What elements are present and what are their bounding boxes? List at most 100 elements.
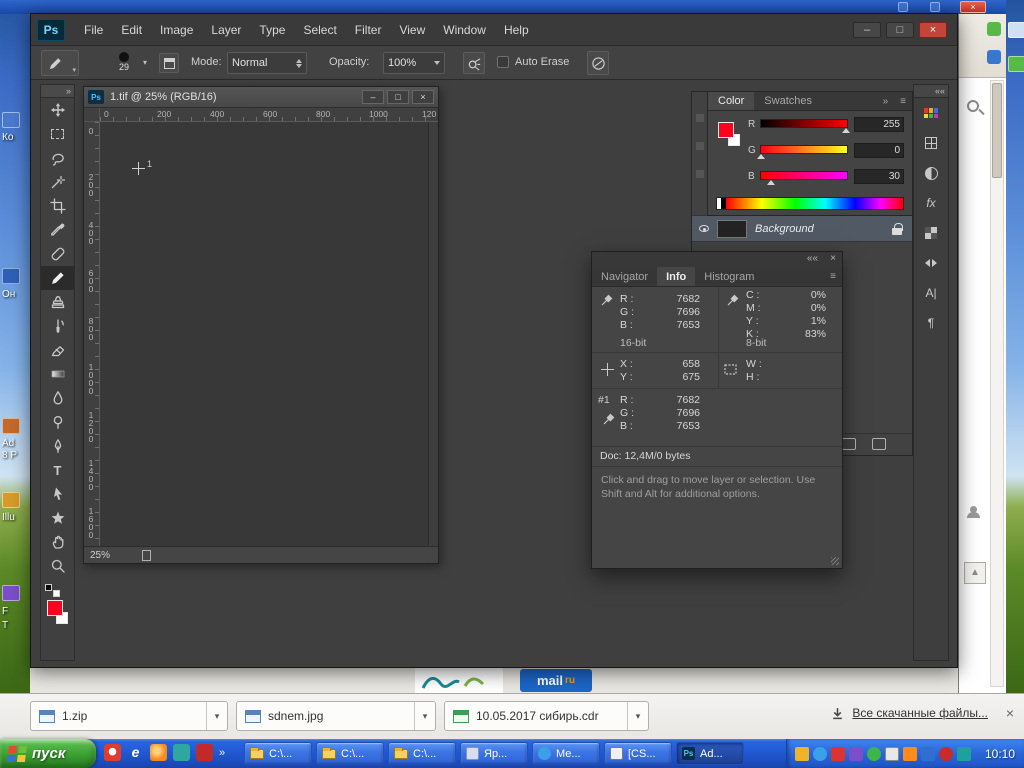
taskbar-button[interactable]: C:\... bbox=[316, 742, 384, 765]
menu-view[interactable]: View bbox=[390, 14, 434, 46]
menu-edit[interactable]: Edit bbox=[112, 14, 151, 46]
tray-icon[interactable] bbox=[849, 746, 863, 761]
tray-icon[interactable] bbox=[903, 746, 917, 761]
maximize-button[interactable]: □ bbox=[886, 21, 914, 38]
new-layer-icon[interactable] bbox=[842, 438, 856, 450]
layer-row-background[interactable]: Background bbox=[692, 215, 912, 242]
toggle-brush-panel-button[interactable] bbox=[159, 53, 179, 73]
scroll-to-top-button[interactable]: ▲ bbox=[964, 562, 986, 584]
close-button[interactable]: × bbox=[919, 21, 947, 38]
desktop-icon[interactable] bbox=[2, 585, 20, 601]
background-window-button[interactable] bbox=[930, 2, 940, 12]
eraser-tool[interactable] bbox=[41, 338, 74, 362]
taskbar-button-photoshop[interactable]: Ps Ad... bbox=[676, 742, 744, 765]
desktop-icon[interactable] bbox=[2, 268, 20, 284]
minimize-button[interactable]: – bbox=[853, 21, 881, 38]
patterns-panel-button[interactable] bbox=[914, 218, 948, 248]
type-tool[interactable]: T bbox=[41, 458, 74, 482]
history-brush-tool[interactable] bbox=[41, 314, 74, 338]
taskbar-button[interactable]: C:\... bbox=[388, 742, 456, 765]
taskbar-button[interactable]: C:\... bbox=[244, 742, 312, 765]
tray-icon[interactable] bbox=[885, 746, 899, 761]
move-tool[interactable] bbox=[41, 98, 74, 122]
zoom-level[interactable]: 25% bbox=[90, 550, 110, 561]
background-window-button[interactable] bbox=[898, 2, 908, 12]
close-download-bar-button[interactable]: × bbox=[1006, 705, 1014, 721]
cmyk-depth[interactable]: 8-bit bbox=[746, 337, 766, 349]
shape-tool[interactable] bbox=[41, 506, 74, 530]
b-slider-thumb[interactable] bbox=[767, 180, 775, 185]
tab-swatches[interactable]: Swatches bbox=[754, 92, 822, 110]
menu-select[interactable]: Select bbox=[294, 14, 345, 46]
start-button[interactable]: пуск bbox=[0, 739, 96, 768]
quick-launch-icon[interactable] bbox=[104, 744, 121, 761]
r-slider-thumb[interactable] bbox=[842, 128, 850, 133]
tab-info[interactable]: Info bbox=[657, 267, 696, 286]
document-maximize-button[interactable]: □ bbox=[387, 90, 409, 104]
paragraph-panel-button[interactable]: ¶ bbox=[914, 308, 948, 338]
marquee-tool[interactable] bbox=[41, 122, 74, 146]
rgb-depth[interactable]: 16-bit bbox=[620, 337, 646, 349]
menu-image[interactable]: Image bbox=[151, 14, 202, 46]
desktop-icon[interactable] bbox=[2, 492, 20, 508]
collapse-panel-icon[interactable]: «« bbox=[807, 253, 818, 264]
tab-histogram[interactable]: Histogram bbox=[695, 267, 763, 286]
search-icon[interactable] bbox=[967, 100, 979, 112]
auto-erase-checkbox[interactable] bbox=[497, 56, 509, 68]
chevron-down-icon[interactable]: ▾ bbox=[143, 58, 147, 67]
healing-brush-tool[interactable] bbox=[41, 242, 74, 266]
document-minimize-button[interactable]: – bbox=[362, 90, 384, 104]
blur-tool[interactable] bbox=[41, 386, 74, 410]
brush-preset-picker[interactable]: 29 bbox=[107, 49, 141, 77]
desktop-icon[interactable] bbox=[2, 418, 20, 434]
r-slider-track[interactable] bbox=[760, 119, 848, 128]
menu-type[interactable]: Type bbox=[250, 14, 294, 46]
color-spectrum-bar[interactable] bbox=[716, 197, 904, 210]
lasso-tool[interactable] bbox=[41, 146, 74, 170]
channels-panel-button[interactable] bbox=[914, 128, 948, 158]
collapse-panel-icon[interactable]: » bbox=[877, 92, 895, 110]
tray-icon[interactable] bbox=[813, 746, 827, 761]
foreground-color-swatch[interactable] bbox=[718, 122, 734, 138]
download-item[interactable]: 1.zip ▾ bbox=[30, 701, 228, 731]
menu-file[interactable]: File bbox=[75, 14, 112, 46]
blend-mode-dropdown[interactable]: Normal bbox=[227, 52, 307, 74]
taskbar-button[interactable]: Яр... bbox=[460, 742, 528, 765]
zoom-tool[interactable] bbox=[41, 554, 74, 578]
tray-icon[interactable] bbox=[921, 746, 935, 761]
default-colors-icon[interactable] bbox=[45, 584, 52, 591]
download-item[interactable]: 10.05.2017 сибирь.cdr ▾ bbox=[444, 701, 649, 731]
menu-filter[interactable]: Filter bbox=[346, 14, 391, 46]
tray-icon[interactable] bbox=[795, 746, 809, 761]
pen-tool[interactable] bbox=[41, 434, 74, 458]
clone-stamp-tool[interactable] bbox=[41, 290, 74, 314]
scrollbar-thumb[interactable] bbox=[992, 83, 1002, 178]
quick-launch-icon[interactable] bbox=[150, 744, 167, 761]
layer-visibility-icon[interactable] bbox=[699, 225, 709, 232]
close-panel-icon[interactable]: × bbox=[830, 253, 836, 264]
crop-tool[interactable] bbox=[41, 194, 74, 218]
tab-navigator[interactable]: Navigator bbox=[592, 267, 657, 286]
download-item[interactable]: sdnem.jpg ▾ bbox=[236, 701, 436, 731]
hand-tool[interactable] bbox=[41, 530, 74, 554]
path-select-tool[interactable] bbox=[41, 482, 74, 506]
swap-colors-icon[interactable] bbox=[53, 590, 60, 597]
tool-preset-picker[interactable]: ▾ bbox=[41, 50, 79, 76]
layer-thumbnail[interactable] bbox=[717, 219, 747, 238]
gradient-tool[interactable] bbox=[41, 362, 74, 386]
browser-scrollbar[interactable] bbox=[990, 80, 1004, 687]
pencil-tool[interactable] bbox=[41, 266, 74, 290]
quick-launch-ie-icon[interactable]: e bbox=[127, 744, 144, 761]
taskbar-button[interactable]: [CS... bbox=[604, 742, 672, 765]
actions-panel-button[interactable] bbox=[914, 248, 948, 278]
r-value[interactable]: 255 bbox=[854, 117, 904, 132]
mail-logo-fragment[interactable]: mail ru bbox=[520, 669, 592, 692]
document-titlebar[interactable]: Ps 1.tif @ 25% (RGB/16) – □ × bbox=[84, 87, 438, 108]
info-panel-header[interactable]: «« × bbox=[592, 252, 842, 267]
document-info-icon[interactable] bbox=[142, 550, 151, 561]
document-close-button[interactable]: × bbox=[412, 90, 434, 104]
trash-icon[interactable] bbox=[872, 438, 886, 450]
pressure-size-button[interactable] bbox=[587, 51, 609, 75]
quick-launch-icon[interactable] bbox=[173, 744, 190, 761]
contacts-icon[interactable] bbox=[967, 506, 981, 518]
